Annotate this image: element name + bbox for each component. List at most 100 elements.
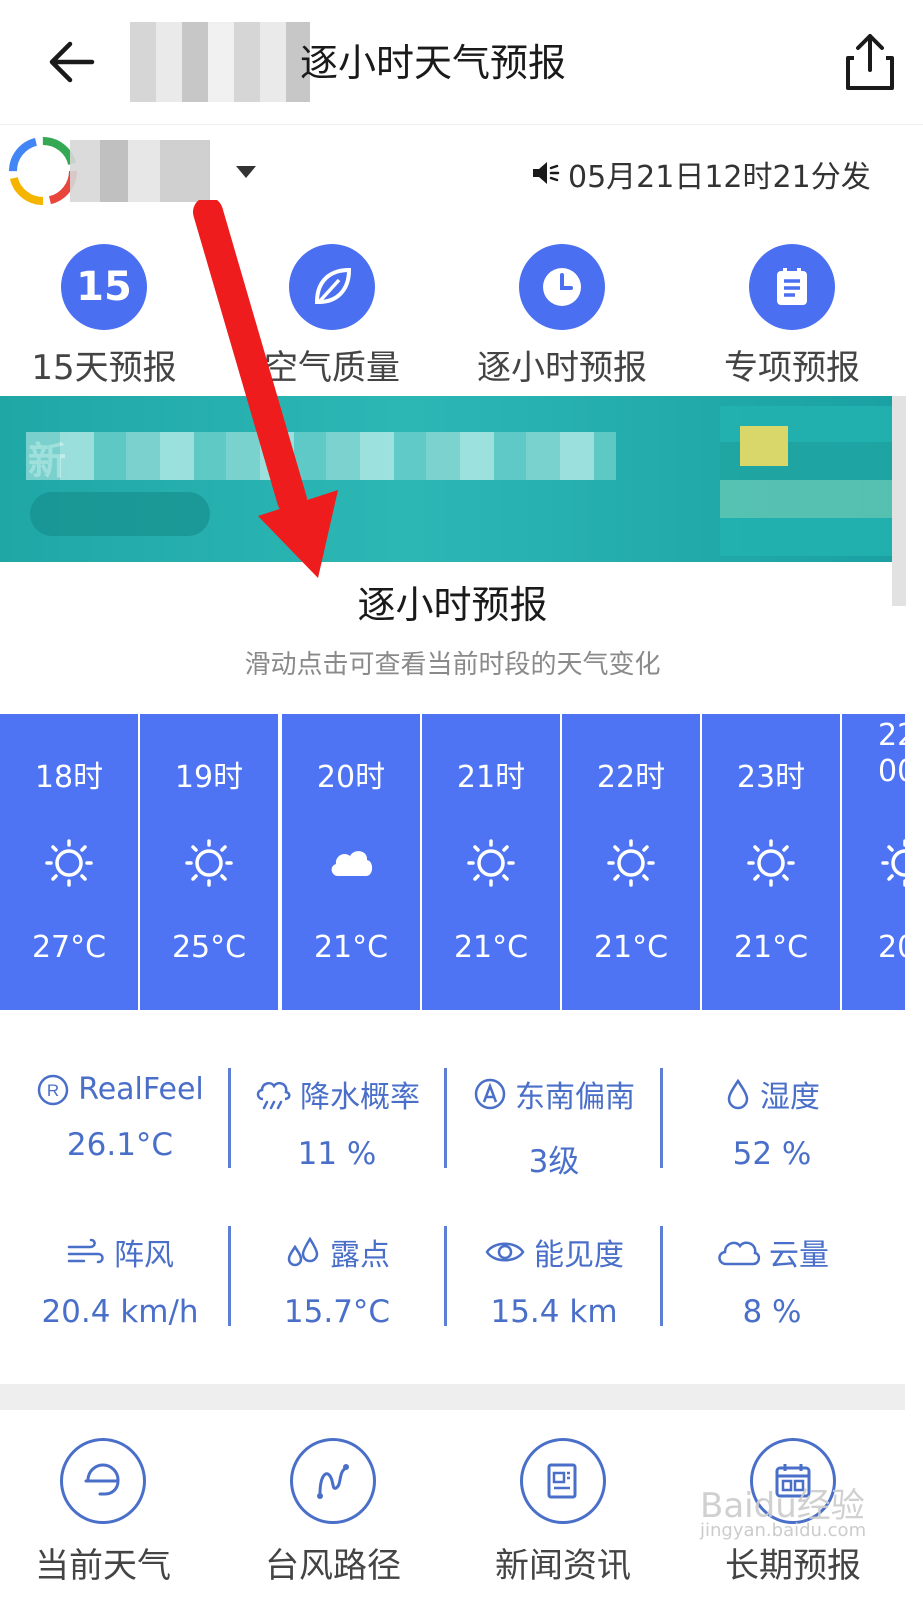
hour-temp: 20 [878, 930, 905, 965]
sun-icon [185, 839, 233, 887]
detail-value: 20.4 km/h [41, 1294, 199, 1330]
app-logo [8, 136, 78, 206]
quick-menu-label: 逐小时预报 [477, 348, 647, 388]
detail-label: 云量 [769, 1238, 829, 1273]
section-subtitle: 滑动点击可查看当前时段的天气变化 [244, 650, 661, 680]
clipboard-icon [749, 244, 835, 330]
section-title: 逐小时预报 [357, 583, 548, 627]
hour-temp: 21°C [733, 930, 809, 965]
detail-label: 能见度 [534, 1238, 624, 1273]
dewpoint-icon [287, 1236, 319, 1267]
share-icon [846, 34, 894, 90]
bottom-menu-label: 当前天气 [35, 1546, 171, 1586]
hour-label: 18时 [34, 760, 104, 795]
cloud-outline-icon [718, 1241, 761, 1266]
sun-icon [747, 839, 795, 887]
bottom-menu-current-weather[interactable]: 当前天气 [0, 1430, 218, 1600]
detail-cloud-cover: 云量 8 % [664, 1230, 880, 1330]
detail-label: 降水概率 [300, 1080, 420, 1115]
title-redacted-area [130, 22, 310, 102]
clock-icon [519, 244, 605, 330]
calendar-15-icon: 15 [61, 244, 147, 330]
calendar-15-badge: 15 [76, 264, 132, 310]
hour-label-2: 00 [878, 754, 905, 789]
back-button[interactable] [40, 30, 110, 94]
bottom-menu-label: 新闻资讯 [495, 1546, 631, 1586]
watermark-sub: jingyan.baidu.com [700, 1520, 867, 1541]
hour-card-22[interactable]: 22时 21°C [562, 714, 700, 1010]
quick-menu-air-quality[interactable]: 空气质量 [222, 236, 442, 388]
divider [660, 1226, 663, 1326]
publish-time: 05月21日12时21分发 [568, 160, 871, 195]
speaker-icon[interactable] [530, 158, 560, 188]
hourly-forecast-strip[interactable]: 18时 27°C 19时 25°C 20时 21°C 21时 21°C 22时 … [0, 714, 905, 1010]
hour-label: 20时 [316, 760, 386, 795]
hour-label: 22 [878, 718, 905, 753]
droplet-icon [727, 1078, 749, 1110]
promo-banner[interactable]: 新 [0, 396, 905, 562]
detail-humidity: 湿度 52 % [664, 1072, 880, 1172]
bottom-menu-news[interactable]: 新闻资讯 [448, 1430, 678, 1600]
quick-menu-label: 15天预报 [31, 348, 177, 388]
sun-icon [881, 839, 905, 887]
detail-value: 3级 [528, 1144, 580, 1180]
hour-temp: 21°C [453, 930, 529, 965]
detail-gust: 阵风 20.4 km/h [12, 1230, 228, 1330]
detail-label: RealFeel [78, 1072, 204, 1107]
hour-temp: 21°C [313, 930, 389, 965]
detail-value: 15.7°C [283, 1294, 391, 1330]
detail-label: 湿度 [760, 1080, 820, 1115]
quick-menu-hourly[interactable]: 逐小时预报 [452, 236, 672, 388]
detail-label: 阵风 [114, 1238, 174, 1273]
bottom-menu-typhoon[interactable]: 台风路径 [218, 1430, 448, 1600]
page-title: 逐小时天气预报 [300, 41, 567, 85]
hour-label: 23时 [736, 760, 806, 795]
quick-menu-special[interactable]: 专项预报 [682, 236, 902, 388]
detail-dewpoint: 露点 15.7°C [229, 1230, 445, 1330]
banner-redacted-button [30, 492, 210, 536]
banner-redacted-text [26, 432, 616, 480]
detail-value: 15.4 km [490, 1294, 618, 1330]
hour-label: 22时 [596, 760, 666, 795]
wind-direction-icon [474, 1078, 506, 1110]
detail-visibility: 能见度 15.4 km [446, 1230, 662, 1330]
sun-icon [607, 839, 655, 887]
hour-card-23[interactable]: 23时 21°C [702, 714, 840, 1010]
detail-value: 11 % [297, 1136, 377, 1172]
hour-label: 19时 [174, 760, 244, 795]
share-button[interactable] [840, 30, 900, 94]
typhoon-path-icon [290, 1438, 376, 1524]
caret-down-icon[interactable] [236, 166, 256, 178]
hour-card-next-day[interactable]: 22 00 20 [842, 714, 905, 1010]
hour-temp: 27°C [31, 930, 107, 965]
detail-value: 26.1°C [66, 1127, 174, 1163]
quick-menu-label: 空气质量 [264, 348, 400, 388]
leaf-icon [289, 244, 375, 330]
sun-icon [467, 839, 515, 887]
realfeel-icon: R [37, 1074, 69, 1105]
quick-menu-label: 专项预报 [724, 348, 860, 388]
quick-menu-15day[interactable]: 15 15天预报 [0, 236, 214, 388]
detail-precipitation: 降水概率 11 % [229, 1072, 445, 1172]
cloud-icon [331, 851, 373, 876]
bottom-menu-label: 台风路径 [265, 1546, 401, 1586]
current-weather-icon [60, 1438, 146, 1524]
arrow-left-icon [49, 41, 95, 83]
bottom-menu-label: 长期预报 [725, 1546, 861, 1586]
hour-card-18[interactable]: 18时 27°C [0, 714, 138, 1010]
banner-redacted-highlight [740, 426, 788, 466]
detail-realfeel: R RealFeel 26.1°C [12, 1072, 228, 1163]
pinwheel-logo-icon [9, 137, 77, 205]
section-separator [0, 1384, 905, 1410]
hour-card-21[interactable]: 21时 21°C [422, 714, 560, 1010]
sun-icon [45, 839, 93, 887]
divider [660, 1068, 663, 1168]
detail-value: 52 % [732, 1136, 812, 1172]
hour-label: 21时 [456, 760, 526, 795]
svg-text:R: R [47, 1081, 59, 1100]
hour-card-20[interactable]: 20时 21°C [282, 714, 420, 1010]
gust-icon [67, 1238, 104, 1264]
detail-label: 东南偏南 [515, 1080, 635, 1115]
city-selector-redacted[interactable] [70, 140, 210, 202]
hour-card-19[interactable]: 19时 25°C [140, 714, 278, 1010]
